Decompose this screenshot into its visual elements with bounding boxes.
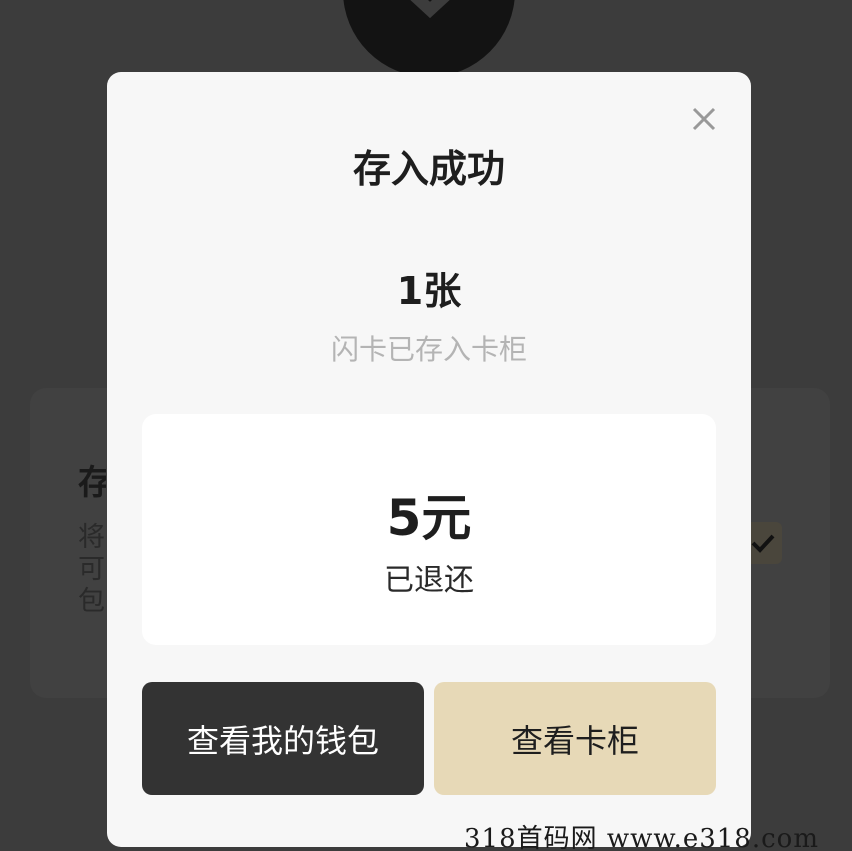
- card-count: 1张: [396, 269, 462, 313]
- desc-line: 包: [78, 586, 105, 617]
- deposit-success-dialog: 存入成功 1张 闪卡已存入卡柜 5元 已退还 查看我的钱包 查看卡柜: [107, 72, 751, 847]
- checkmark-icon: [410, 0, 450, 19]
- checkmark-icon: [751, 534, 775, 553]
- deposit-option-title: 存: [78, 463, 106, 503]
- refund-status: 已退还: [384, 563, 474, 598]
- view-wallet-button[interactable]: 查看我的钱包: [142, 682, 424, 795]
- close-button[interactable]: [690, 105, 718, 133]
- desc-line: 将: [78, 522, 105, 553]
- view-cabinet-button[interactable]: 查看卡柜: [434, 682, 716, 795]
- watermark-text: 318首码网 www.e318.com: [464, 824, 819, 851]
- close-icon: [692, 107, 716, 131]
- card-count-description: 闪卡已存入卡柜: [330, 333, 527, 366]
- refund-amount: 5元: [386, 489, 472, 547]
- desc-line: 可: [78, 554, 105, 585]
- deposit-option-desc: 将 可 包: [78, 522, 106, 618]
- dialog-title: 存入成功: [352, 147, 505, 191]
- refund-panel: 5元 已退还: [142, 414, 716, 645]
